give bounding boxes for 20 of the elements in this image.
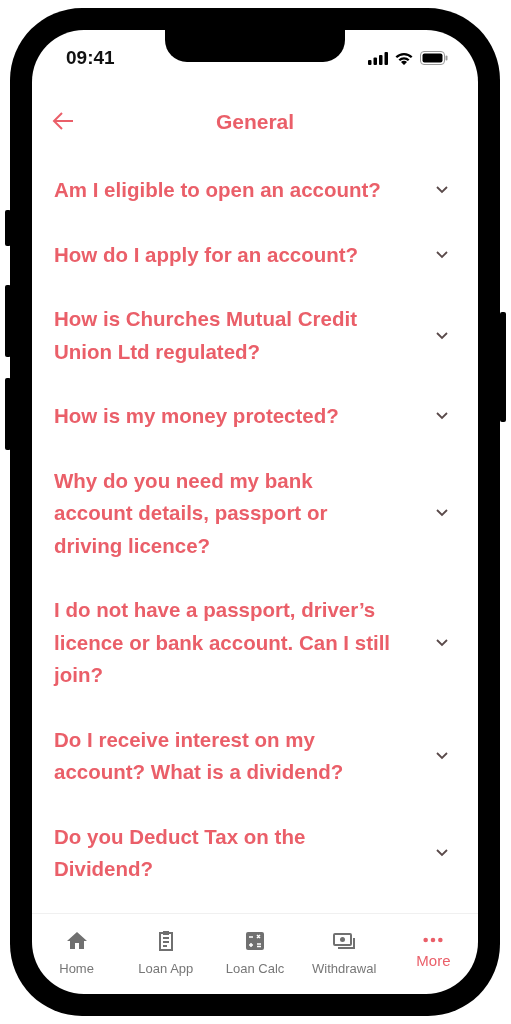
wifi-icon (395, 51, 413, 65)
faq-item[interactable]: How do I apply for an account? (32, 222, 478, 287)
status-time: 09:41 (66, 47, 115, 69)
faq-item[interactable]: Do you Deduct Tax on the Dividend? (32, 804, 478, 902)
back-button[interactable] (52, 112, 74, 130)
faq-item[interactable]: Am I eligible to open an account? (32, 158, 478, 223)
nav-tab[interactable]: Home (32, 914, 122, 990)
faq-item[interactable]: How is my money protected? (32, 384, 478, 449)
nav-tab[interactable]: Loan App (121, 914, 211, 990)
signal-icon (368, 51, 388, 65)
page-title: General (215, 110, 295, 134)
faq-item[interactable]: How is Churches Mutual Credit Union Ltd regulated? (32, 287, 478, 384)
faq-item[interactable]: Why do you need my bank account details, passport or driving licence? (32, 448, 478, 578)
more-icon (422, 935, 445, 944)
nav-tab[interactable]: More (388, 914, 478, 990)
nav-tab[interactable]: Withdrawal (299, 914, 389, 990)
battery-icon (420, 51, 448, 65)
faq-item[interactable]: I do not have a passport, driver’s licence or bank account. Can I still join? (32, 578, 478, 708)
nav-tab[interactable]: Loan Calc (210, 914, 300, 990)
faq-item[interactable]: Do I receive interest on my account? What is a dividend? (32, 707, 478, 805)
